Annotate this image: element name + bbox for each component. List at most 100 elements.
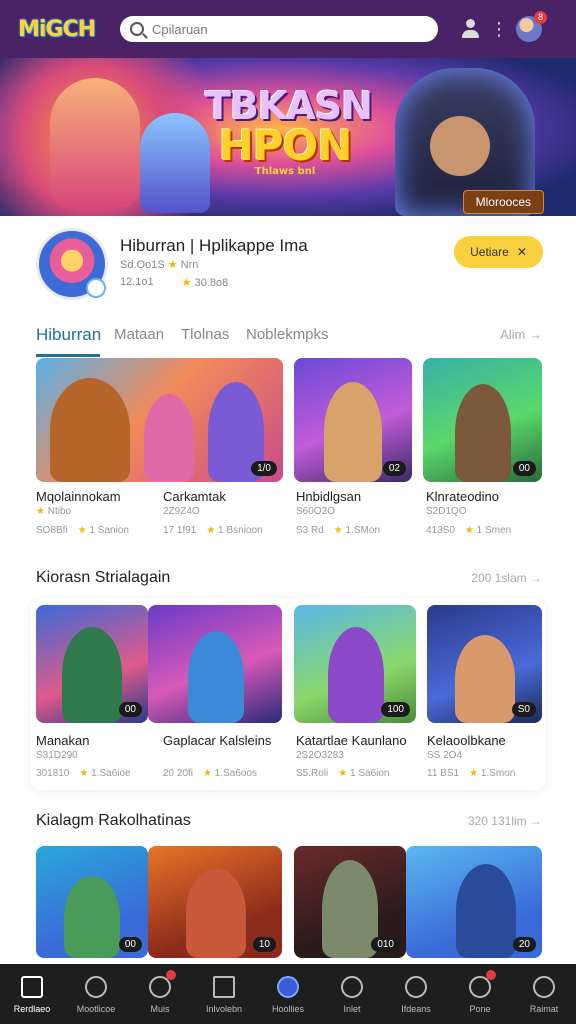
search-bar[interactable]: Cpilaruan xyxy=(120,16,438,42)
game-stat: S3 Rd xyxy=(296,525,324,536)
calendar-icon xyxy=(213,976,235,998)
app-stats: 12.1o1 ★ 30.8o8 xyxy=(120,276,228,289)
search-alt-icon xyxy=(533,976,555,998)
tabs-more-link[interactable]: Alim → xyxy=(500,327,542,342)
banner-title: TBKASN HPON Thlaws bnl xyxy=(205,84,373,178)
game-tile[interactable]: 100 xyxy=(294,605,416,723)
game-tile[interactable]: S0 xyxy=(427,605,542,723)
tab-hiburran[interactable]: Hiburran xyxy=(36,325,101,345)
nav-label: Pone xyxy=(469,1004,491,1014)
section-more-label: 320 131lim xyxy=(467,814,527,828)
game-meta: S2D1QO xyxy=(426,506,467,517)
star-icon: ★ xyxy=(77,525,90,536)
section-more-link[interactable]: 200 1slam → xyxy=(471,571,542,585)
game-tile[interactable]: 00 xyxy=(423,358,542,482)
nav-item-search-alt[interactable]: Raimat xyxy=(512,964,576,1024)
game-meta: S60O2O xyxy=(296,506,335,517)
tile-character xyxy=(188,631,244,723)
tile-character xyxy=(50,378,130,482)
top-bar: MiGCH Cpilaruan ⋮ 8 xyxy=(0,0,576,58)
game-stat-rating: ★ 1.SMon xyxy=(334,525,380,536)
nav-item-heart[interactable]: Ifdeans xyxy=(384,964,448,1024)
game-tile[interactable]: 1/0 xyxy=(36,358,283,482)
game-title[interactable]: Mqolainnokam xyxy=(36,489,121,504)
game-stat-rating: ★ 1.Sa6oos xyxy=(203,768,257,779)
game-stats: 413S0 ★ 1 Smen xyxy=(426,525,511,536)
update-button[interactable]: Uetiare ✕ xyxy=(454,236,543,268)
game-stat-rating: ★ 1.Sa6ioe xyxy=(79,768,130,779)
nav-label: Ifdeans xyxy=(401,1004,431,1014)
banner-character-boy xyxy=(140,113,210,213)
star-icon: ★ xyxy=(79,768,92,779)
tab-mataan[interactable]: Mataan xyxy=(114,326,164,343)
avatar[interactable]: 8 xyxy=(516,11,547,42)
nav-item-compass[interactable]: Inlet xyxy=(320,964,384,1024)
game-tile[interactable]: 010 xyxy=(294,846,406,958)
more-options-icon[interactable]: ⋮ xyxy=(490,20,508,38)
section-more-link[interactable]: 320 131lim → xyxy=(468,814,542,828)
tile-character xyxy=(144,394,194,482)
game-stat-rating: ★ 1 Sanion xyxy=(78,525,129,536)
game-title[interactable]: Gaplacar Kalsleins xyxy=(163,733,271,748)
hero-banner[interactable]: TBKASN HPON Thlaws bnl Mlorooces xyxy=(0,58,576,216)
game-stats: 301810 ★ 1.Sa6ioe xyxy=(36,768,131,779)
game-tile[interactable] xyxy=(148,605,282,723)
tile-character xyxy=(186,868,246,958)
game-stat-text: 1.Smon xyxy=(480,768,516,779)
bottom-navigation: Rerdlaeo Mootlicoe Muis Inlvolebn Hoolli… xyxy=(0,964,576,1024)
notification-dot xyxy=(486,970,496,980)
nav-item-muis[interactable]: Muis xyxy=(128,964,192,1024)
tab-tlolnas[interactable]: Tlolnas xyxy=(181,326,229,343)
nav-item-home[interactable]: Rerdlaeo xyxy=(0,964,64,1024)
tile-badge: 100 xyxy=(381,702,410,717)
banner-more-button[interactable]: Mlorooces xyxy=(462,190,544,214)
home-icon xyxy=(21,976,43,998)
game-title[interactable]: Carkamtak xyxy=(163,489,226,504)
tile-character xyxy=(456,864,516,958)
game-stat-rating: ★ 1.Smon xyxy=(469,768,515,779)
game-stat: 301810 xyxy=(36,768,70,779)
tabs-more-label: Alim xyxy=(500,327,526,342)
game-tile[interactable]: 02 xyxy=(294,358,412,482)
nav-item-calendar[interactable]: Inlvolebn xyxy=(192,964,256,1024)
nav-item-gem[interactable]: Hoollies xyxy=(256,964,320,1024)
banner-title-line1: TBKASN xyxy=(205,84,373,128)
banner-title-line2: HPON xyxy=(218,121,353,170)
app-stat-left: 12.1o1 xyxy=(120,276,154,288)
game-stat-text: 1.SMon xyxy=(345,525,381,536)
star-icon: ★ xyxy=(469,768,481,779)
game-title[interactable]: Kelaoolbkane xyxy=(427,733,506,748)
verified-icon xyxy=(86,278,106,298)
game-stats: 20 20fi ★ 1.Sa6oos xyxy=(163,768,257,779)
app-logo[interactable]: MiGCH xyxy=(18,17,110,42)
nav-item-search[interactable]: Mootlicoe xyxy=(64,964,128,1024)
nav-item-profile[interactable]: Pone xyxy=(448,964,512,1024)
close-icon: ✕ xyxy=(516,245,527,259)
game-title[interactable]: Hnbidlgsan xyxy=(296,489,361,504)
game-title[interactable]: Manakan xyxy=(36,733,89,748)
game-stat-text: 1 Sanion xyxy=(89,525,129,536)
game-title[interactable]: Katartlae Kaunlano xyxy=(296,733,407,748)
user-icon[interactable] xyxy=(460,18,482,40)
game-stat-rating: ★ 1 Bsnioon xyxy=(206,525,262,536)
star-icon: ★ xyxy=(338,768,350,779)
game-stats: S3 Rd ★ 1.SMon xyxy=(296,525,380,536)
game-tile[interactable]: 00 xyxy=(36,605,148,723)
arrow-right-icon: → xyxy=(530,814,542,828)
search-placeholder: Cpilaruan xyxy=(152,21,208,37)
game-stat: 20 20fi xyxy=(163,768,194,779)
tab-noblekmpks[interactable]: Noblekmpks xyxy=(246,326,329,343)
game-stat: 11 BS1 xyxy=(427,768,460,779)
game-tile[interactable]: 20 xyxy=(406,846,542,958)
game-tile[interactable]: 00 xyxy=(36,846,148,958)
game-title[interactable]: Klnrateodino xyxy=(426,489,499,504)
tile-badge: S0 xyxy=(511,702,536,717)
tile-character xyxy=(62,627,122,723)
game-tile[interactable]: 10 xyxy=(148,846,282,958)
game-stat-text: 1 Sa6ion xyxy=(350,768,390,779)
tile-badge: 02 xyxy=(382,461,406,476)
game-meta: ★ Ntibo xyxy=(36,506,71,517)
tile-badge: 20 xyxy=(512,937,536,952)
game-stat: 17 1f91 xyxy=(163,525,197,536)
app-stat-right: 30.8o8 xyxy=(194,277,229,289)
